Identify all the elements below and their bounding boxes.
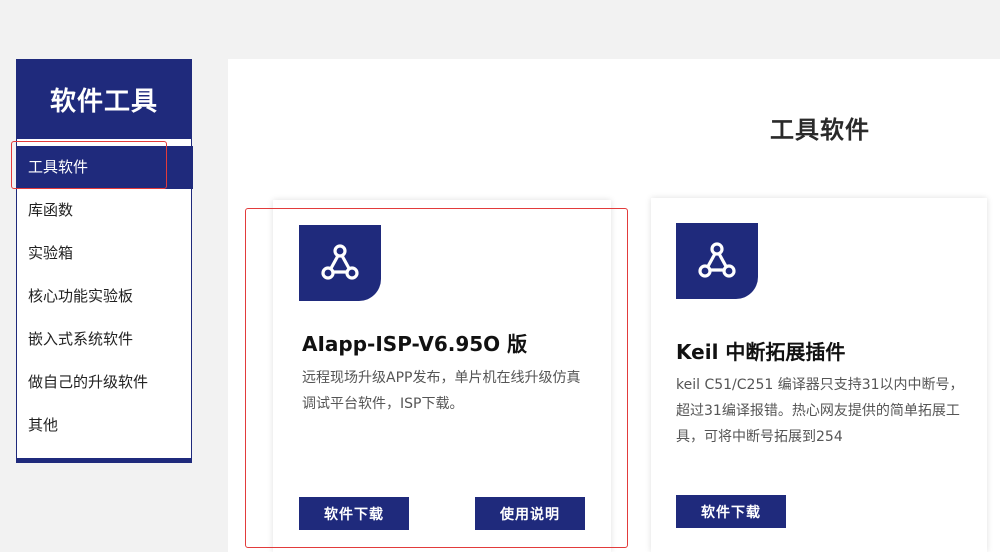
page-title: 工具软件 — [770, 116, 870, 144]
card-description: 远程现场升级APP发布，单片机在线升级仿真调试平台软件，ISP下载。 — [302, 370, 581, 412]
software-card: Keil 中断拓展插件 keil C51/C251 编译器只支持31以内中断号，… — [651, 198, 987, 552]
sidebar-item-other[interactable]: 其他 — [17, 404, 191, 447]
sidebar: 软件工具 工具软件 库函数 实验箱 核心功能实验板 嵌入式系统软件 做自己的升级… — [16, 59, 193, 463]
sidebar-item-tool-software[interactable]: 工具软件 — [17, 146, 193, 189]
sidebar-item-embedded[interactable]: 嵌入式系统软件 — [17, 318, 191, 361]
page: 软件工具 工具软件 库函数 实验箱 核心功能实验板 嵌入式系统软件 做自己的升级… — [0, 0, 1000, 552]
software-card: AIapp-ISP-V6.95O 版 远程现场升级APP发布，单片机在线升级仿真… — [273, 200, 611, 552]
sidebar-item-experiment-box[interactable]: 实验箱 — [17, 232, 191, 275]
manual-button[interactable]: 使用说明 — [475, 497, 585, 530]
sidebar-item-own-upgrade[interactable]: 做自己的升级软件 — [17, 361, 191, 404]
download-button[interactable]: 软件下载 — [676, 495, 786, 528]
sidebar-item-core-board[interactable]: 核心功能实验板 — [17, 275, 191, 318]
card-title: AIapp-ISP-V6.95O 版 — [302, 332, 528, 356]
card-title: Keil 中断拓展插件 — [676, 340, 846, 364]
share-network-icon — [676, 223, 758, 299]
sidebar-title: 软件工具 — [17, 60, 191, 139]
sidebar-item-library[interactable]: 库函数 — [17, 189, 191, 232]
sidebar-list: 工具软件 库函数 实验箱 核心功能实验板 嵌入式系统软件 做自己的升级软件 其他 — [17, 139, 193, 447]
download-button[interactable]: 软件下载 — [299, 497, 409, 530]
card-description: keil C51/C251 编译器只支持31以内中断号，超过31编译报错。热心网… — [676, 377, 964, 445]
share-network-icon — [299, 225, 381, 301]
